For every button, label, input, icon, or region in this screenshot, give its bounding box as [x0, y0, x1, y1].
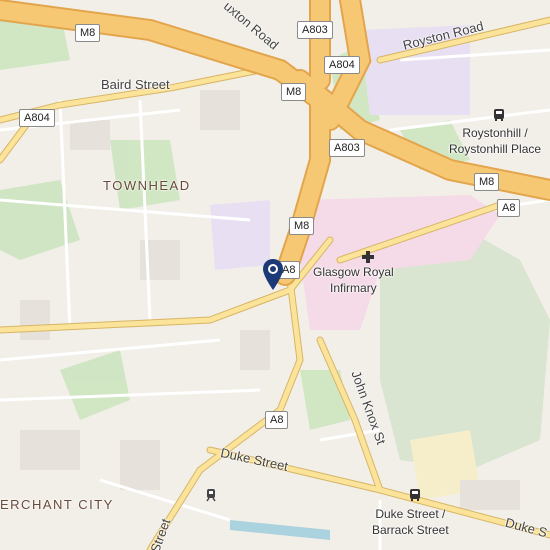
poi-roystonhill[interactable]: Roystonhill / Roystonhill Place — [449, 125, 541, 157]
shield-a8-right: A8 — [497, 199, 521, 217]
train-station-icon[interactable] — [204, 488, 218, 502]
shield-a803-mid: A803 — [329, 139, 365, 157]
shield-m8-top: M8 — [75, 24, 101, 42]
street-baird-street: Baird Street — [101, 77, 170, 92]
area-merchant-city: ERCHANT CITY — [0, 497, 114, 512]
shield-m8-mid: M8 — [281, 83, 307, 101]
location-pin-icon[interactable] — [262, 258, 284, 292]
map-canvas[interactable]: TOWNHEAD ERCHANT CITY Royston Road Baird… — [0, 0, 550, 550]
shield-a804-left: A804 — [19, 109, 55, 127]
poi-duke-barrack[interactable]: Duke Street / Barrack Street — [372, 506, 449, 538]
poi-royal-infirmary[interactable]: Glasgow Royal Infirmary — [313, 264, 394, 296]
bus-stop-icon[interactable] — [408, 488, 422, 502]
shield-a8-bottom: A8 — [265, 411, 289, 429]
hospital-cross-icon[interactable] — [361, 250, 375, 264]
bus-stop-icon[interactable] — [492, 108, 506, 122]
area-townhead: TOWNHEAD — [103, 178, 191, 193]
shield-a804-top: A804 — [324, 56, 360, 74]
shield-m8-lower: M8 — [289, 217, 315, 235]
shield-a803-top: A803 — [297, 21, 333, 39]
shield-m8-right: M8 — [474, 173, 500, 191]
